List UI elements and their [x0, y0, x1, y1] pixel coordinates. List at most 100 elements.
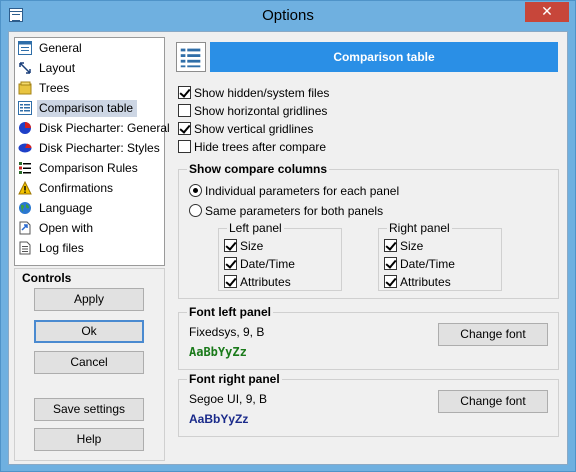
- left-panel-columns-group: Left panel Size Date/Time Attributes: [218, 221, 342, 291]
- change-font-left-label: Change font: [460, 327, 526, 341]
- help-button[interactable]: Help: [34, 428, 144, 451]
- tree-item-label: Language: [39, 201, 93, 215]
- tree-item-log-files[interactable]: Log files: [15, 238, 164, 258]
- left-attributes-checkbox[interactable]: Attributes: [224, 273, 291, 291]
- ok-button[interactable]: Ok: [34, 320, 144, 343]
- radio-individual-parameters[interactable]: Individual parameters for each panel: [189, 182, 399, 200]
- window-title: Options: [262, 7, 314, 24]
- tree-item-label: Trees: [39, 81, 70, 95]
- font-right-title: Font right panel: [187, 372, 282, 386]
- tree-item-general[interactable]: General: [15, 38, 164, 58]
- tree-item-confirmations[interactable]: Confirmations: [15, 178, 164, 198]
- apply-button-label: Apply: [73, 292, 105, 306]
- tree-item-label: Comparison Rules: [39, 161, 138, 175]
- close-button[interactable]: ✕: [525, 2, 569, 22]
- font-right-description: Segoe UI, 9, B: [189, 392, 268, 406]
- font-right-group: Font right panel Segoe UI, 9, B AaBbYyZz…: [178, 372, 559, 437]
- cancel-button[interactable]: Cancel: [34, 351, 144, 374]
- tree-item-comparison-rules[interactable]: Comparison Rules: [15, 158, 164, 178]
- checkbox-box[interactable]: [224, 239, 237, 252]
- tree-item-label: Layout: [39, 61, 76, 75]
- radio-button[interactable]: [189, 204, 202, 217]
- tree-item-comparison-table[interactable]: Comparison table: [15, 98, 164, 118]
- change-font-right-label: Change font: [460, 394, 526, 408]
- checkbox-box[interactable]: [178, 104, 191, 117]
- layout-icon: [19, 62, 31, 74]
- tree-item-language[interactable]: Language: [15, 198, 164, 218]
- comparison-table-icon: [18, 101, 32, 115]
- controls-title: Controls: [22, 271, 72, 285]
- checkbox-box[interactable]: [178, 86, 191, 99]
- right-size-checkbox[interactable]: Size: [384, 237, 423, 255]
- left-panel-title: Left panel: [227, 221, 284, 235]
- checkbox-label: Attributes: [240, 275, 291, 289]
- checkbox-label: Show horizontal gridlines: [194, 104, 328, 118]
- hide-trees-checkbox[interactable]: Hide trees after compare: [178, 138, 326, 156]
- tree-item-disk-piecharter-general[interactable]: Disk Piecharter: General: [15, 118, 170, 138]
- font-left-group: Font left panel Fixedsys, 9, B AaBbYyZz …: [178, 305, 559, 370]
- right-panel-columns-group: Right panel Size Date/Time Attributes: [378, 221, 502, 291]
- radio-button[interactable]: [189, 184, 202, 197]
- ok-button-label: Ok: [81, 324, 97, 338]
- font-left-sample: AaBbYyZz: [189, 345, 247, 359]
- checkbox-label: Size: [400, 239, 424, 253]
- trees-icon: [18, 81, 32, 95]
- change-font-right-button[interactable]: Change font: [438, 390, 548, 413]
- tree-item-trees[interactable]: Trees: [15, 78, 164, 98]
- checkbox-label: Hide trees after compare: [194, 140, 327, 154]
- checkbox-box[interactable]: [224, 257, 237, 270]
- tree-item-label: Log files: [39, 241, 84, 255]
- right-datetime-checkbox[interactable]: Date/Time: [384, 255, 455, 273]
- show-hidden-files-checkbox[interactable]: Show hidden/system files: [178, 84, 329, 102]
- general-icon: [18, 41, 32, 55]
- rules-icon: [19, 162, 31, 174]
- checkbox-box[interactable]: [384, 239, 397, 252]
- save-settings-button[interactable]: Save settings: [34, 398, 144, 421]
- show-horizontal-gridlines-checkbox[interactable]: Show horizontal gridlines: [178, 102, 327, 120]
- tree-item-label: Open with: [39, 221, 94, 235]
- log-files-icon: [19, 241, 31, 255]
- checkbox-box[interactable]: [384, 275, 397, 288]
- font-left-description: Fixedsys, 9, B: [189, 325, 265, 339]
- checkbox-box[interactable]: [384, 257, 397, 270]
- right-panel-title: Right panel: [387, 221, 452, 235]
- font-left-title: Font left panel: [187, 305, 273, 319]
- comparison-table-header-icon: [176, 42, 206, 72]
- globe-icon: [19, 202, 31, 214]
- compare-columns-title: Show compare columns: [187, 162, 330, 176]
- checkbox-label: Show vertical gridlines: [194, 122, 314, 136]
- options-tree[interactable]: General Layout Trees Comparison table Di…: [14, 37, 170, 266]
- cancel-button-label: Cancel: [70, 355, 108, 369]
- controls-group: Controls Apply Ok Cancel Save settings H…: [14, 268, 165, 461]
- change-font-left-button[interactable]: Change font: [438, 323, 548, 346]
- apply-button[interactable]: Apply: [34, 288, 144, 311]
- options-window: Options ✕ General Layout Trees Compariso…: [0, 0, 576, 472]
- tree-item-layout[interactable]: Layout: [15, 58, 164, 78]
- tree-item-disk-piecharter-styles[interactable]: Disk Piecharter: Styles: [15, 138, 164, 158]
- tree-item-label: Disk Piecharter: General: [39, 121, 170, 135]
- warning-icon: [18, 181, 32, 195]
- tree-item-label: General: [39, 41, 82, 55]
- checkbox-label: Date/Time: [240, 257, 295, 271]
- tree-item-label: Comparison table: [37, 100, 138, 117]
- left-datetime-checkbox[interactable]: Date/Time: [224, 255, 295, 273]
- show-vertical-gridlines-checkbox[interactable]: Show vertical gridlines: [178, 120, 313, 138]
- open-with-icon: [19, 221, 31, 235]
- tree-item-open-with[interactable]: Open with: [15, 218, 164, 238]
- tree-item-label: Disk Piecharter: Styles: [39, 141, 160, 155]
- save-settings-button-label: Save settings: [52, 402, 126, 416]
- checkbox-box[interactable]: [178, 140, 191, 153]
- radio-same-parameters[interactable]: Same parameters for both panels: [189, 202, 383, 220]
- help-button-label: Help: [76, 432, 102, 446]
- checkbox-box[interactable]: [178, 122, 191, 135]
- radio-label: Individual parameters for each panel: [205, 184, 400, 198]
- right-attributes-checkbox[interactable]: Attributes: [384, 273, 451, 291]
- panel-header: Comparison table: [210, 42, 558, 72]
- piechart-icon: [19, 122, 31, 134]
- title-bar[interactable]: Options ✕: [1, 1, 575, 31]
- piechart-styles-icon: [18, 143, 32, 153]
- checkbox-box[interactable]: [224, 275, 237, 288]
- font-right-sample: AaBbYyZz: [189, 412, 249, 426]
- radio-label: Same parameters for both panels: [205, 204, 384, 218]
- left-size-checkbox[interactable]: Size: [224, 237, 263, 255]
